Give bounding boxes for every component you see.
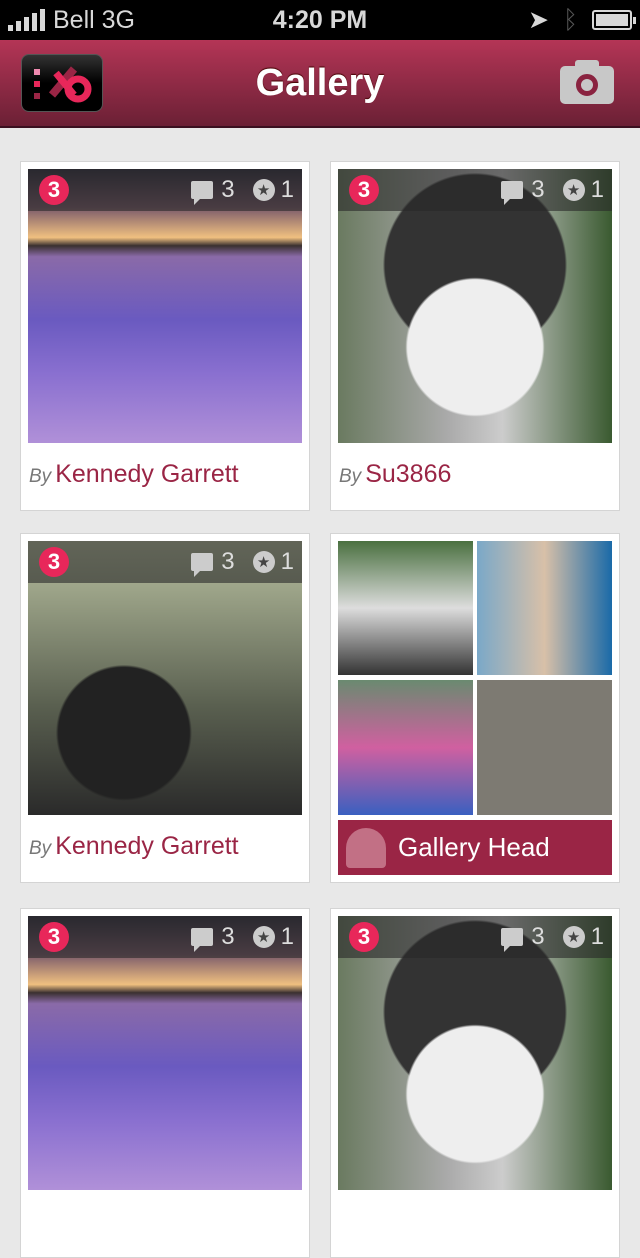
gallery-card[interactable]: 3 3 ★ 1 By Kennedy Garrett — [20, 533, 310, 883]
page-title: Gallery — [255, 61, 385, 104]
star-count: 1 — [280, 923, 294, 950]
star-count: 1 — [590, 176, 604, 203]
photo-husky: 3 3 ★ 1 — [338, 169, 612, 443]
comment-icon — [191, 553, 214, 577]
star-count: 1 — [590, 923, 604, 950]
photo-motorcycle: 3 3 ★ 1 — [28, 541, 302, 815]
nav-bar: Gallery — [0, 40, 640, 128]
gallery-head-label: Gallery Head — [398, 832, 550, 862]
author-link[interactable]: Su3866 — [365, 460, 451, 488]
comment-icon — [191, 928, 214, 952]
comment-count: 3 — [221, 548, 235, 575]
comment-count: 3 — [531, 923, 545, 950]
by-label: By — [29, 466, 52, 487]
gallery-card[interactable]: 3 3 ★ 1 By Su3866 — [330, 161, 620, 511]
author-line: By Kennedy Garrett — [29, 832, 239, 861]
count-badge: 3 — [349, 922, 379, 952]
comment-icon — [191, 181, 214, 205]
author-line: By Su3866 — [339, 460, 451, 489]
gallery-head-card[interactable]: Gallery Head — [330, 533, 620, 883]
thumb-racer — [338, 680, 473, 815]
photo: 3 3 ★ 1 — [28, 916, 302, 1190]
author-link[interactable]: Kennedy Garrett — [55, 832, 238, 860]
comment-icon — [501, 181, 524, 205]
star-icon: ★ — [562, 926, 585, 948]
thumb-placeholder — [477, 680, 612, 815]
count-badge: 3 — [39, 175, 69, 205]
battery-icon — [592, 10, 636, 30]
by-label: By — [29, 838, 52, 859]
comment-count: 3 — [221, 176, 235, 203]
author-line: By Kennedy Garrett — [29, 460, 239, 489]
clock: 4:20 PM — [272, 5, 368, 34]
by-label: By — [339, 466, 362, 487]
photo-lavender-field: 3 3 ★ 1 — [28, 169, 302, 443]
thumb-rider — [477, 541, 612, 675]
gallery-card[interactable]: 3 3 ★ 1 By Kennedy Garrett — [20, 161, 310, 511]
group-icon — [346, 828, 386, 868]
comment-count: 3 — [221, 923, 235, 950]
count-badge: 3 — [39, 547, 69, 577]
star-icon: ★ — [252, 551, 275, 573]
star-icon: ★ — [252, 179, 275, 201]
star-icon: ★ — [252, 926, 275, 948]
gallery-card[interactable]: 3 3 ★ 1 — [330, 908, 620, 1258]
count-badge: 3 — [349, 175, 379, 205]
photo: 3 3 ★ 1 — [338, 916, 612, 1190]
thumb-cyclists — [338, 541, 473, 675]
author-link[interactable]: Kennedy Garrett — [55, 460, 238, 488]
logo-icon — [34, 66, 92, 103]
star-count: 1 — [280, 548, 294, 575]
app-logo-button[interactable] — [21, 54, 103, 112]
camera-button[interactable] — [560, 60, 614, 104]
comment-count: 3 — [531, 176, 545, 203]
star-count: 1 — [280, 176, 294, 203]
comment-icon — [501, 928, 524, 952]
star-icon: ★ — [562, 179, 585, 201]
status-bar: Bell 3G 4:20 PM ➤ ᛒ — [0, 0, 640, 40]
count-badge: 3 — [39, 922, 69, 952]
gallery-card[interactable]: 3 3 ★ 1 — [20, 908, 310, 1258]
